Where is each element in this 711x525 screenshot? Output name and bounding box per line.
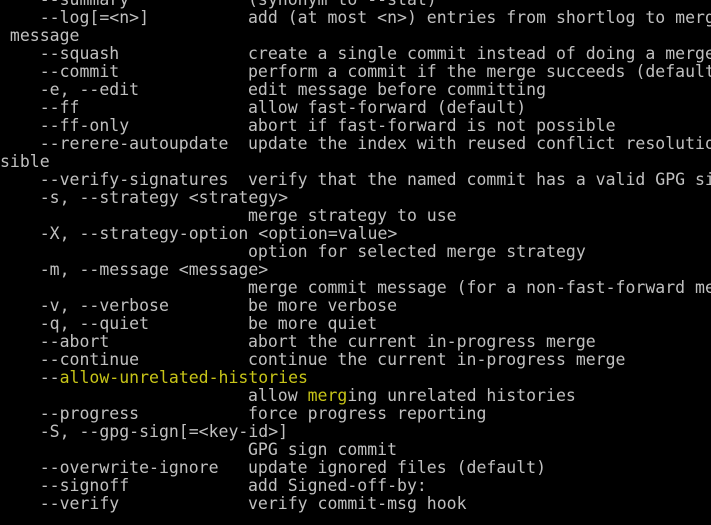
option-name: --squash	[0, 44, 120, 63]
option-name: --signoff	[0, 476, 130, 495]
help-line: --progress force progress reporting	[0, 405, 711, 423]
option-name: --log[=<n>]	[0, 8, 150, 27]
option-name: -X, --strategy-option <option=value>	[0, 224, 398, 243]
option-description: continue the current in-progress merge	[248, 350, 626, 369]
help-line: --verify-signatures verify that the name…	[0, 171, 711, 189]
option-description: verify that the named commit has a valid…	[248, 170, 711, 189]
option-description: merge strategy to use	[248, 206, 457, 225]
description-text: ing unrelated histories	[347, 386, 576, 405]
help-line: --log[=<n>] add (at most <n>) entries fr…	[0, 9, 711, 27]
help-line: --continue continue the current in-progr…	[0, 351, 711, 369]
option-description: update ignored files (default)	[248, 458, 547, 477]
option-description: abort if fast-forward is not possible	[248, 116, 616, 135]
option-name: --verify-signatures	[0, 170, 229, 189]
option-description: verify commit-msg hook	[248, 494, 467, 513]
option-description: allow fast-forward (default)	[248, 98, 527, 117]
option-name: -v, --verbose	[0, 296, 169, 315]
option-description: create a single commit instead of doing …	[248, 44, 711, 63]
option-name: --ff-only	[0, 116, 130, 135]
help-line: -v, --verbose be more verbose	[0, 297, 711, 315]
option-name: --continue	[0, 350, 140, 369]
help-line: --verify verify commit-msg hook	[0, 495, 711, 513]
help-line: sible	[0, 153, 711, 171]
help-line: -X, --strategy-option <option=value>	[0, 225, 711, 243]
option-name: -e, --edit	[0, 80, 140, 99]
help-line: --signoff add Signed-off-by:	[0, 477, 711, 495]
option-description: force progress reporting	[248, 404, 487, 423]
help-line: allow merging unrelated histories	[0, 387, 711, 405]
option-name: --progress	[0, 404, 140, 423]
option-description: option for selected merge strategy	[248, 242, 586, 261]
option-name: --ff	[0, 98, 80, 117]
help-line: --commit perform a commit if the merge s…	[0, 63, 711, 81]
help-line: -q, --quiet be more quiet	[0, 315, 711, 333]
help-line: --overwrite-ignore update ignored files …	[0, 459, 711, 477]
option-description: be more quiet	[248, 314, 378, 333]
help-line: --ff allow fast-forward (default)	[0, 99, 711, 117]
option-description: add Signed-off-by:	[248, 476, 427, 495]
help-line: --rerere-autoupdate update the index wit…	[0, 135, 711, 153]
terminal-output: --summary (synonym to --stat) --log[=<n>…	[0, 0, 711, 525]
option-name: -q, --quiet	[0, 314, 150, 333]
help-line-highlighted: --allow-unrelated-histories	[0, 369, 711, 387]
description-text: allow	[248, 386, 308, 405]
option-description: be more verbose	[248, 296, 398, 315]
help-line: --ff-only abort if fast-forward is not p…	[0, 117, 711, 135]
help-line: -S, --gpg-sign[=<key-id>]	[0, 423, 711, 441]
help-line: --abort abort the current in-progress me…	[0, 333, 711, 351]
option-name: --abort	[0, 332, 110, 351]
help-line: -m, --message <message>	[0, 261, 711, 279]
option-name: -s, --strategy <strategy>	[0, 188, 289, 207]
option-name: --verify	[0, 494, 120, 513]
option-description: perform a commit if the merge succeeds (…	[248, 62, 711, 81]
option-name: --commit	[0, 62, 120, 81]
option-description: add (at most <n>) entries from shortlog …	[248, 8, 711, 27]
option-description: edit message before committing	[248, 80, 547, 99]
option-description: abort the current in-progress merge	[248, 332, 596, 351]
help-line: option for selected merge strategy	[0, 243, 711, 261]
option-description: merge commit message (for a non-fast-for…	[248, 278, 711, 297]
option-name: --overwrite-ignore	[0, 458, 219, 477]
option-name: -S, --gpg-sign[=<key-id>]	[0, 422, 289, 441]
option-name: --rerere-autoupdate	[0, 134, 229, 153]
help-line: merge strategy to use	[0, 207, 711, 225]
option-description: allow merging unrelated histories	[248, 387, 576, 405]
option-description: GPG sign commit	[248, 440, 398, 459]
option-name: -m, --message <message>	[0, 260, 269, 279]
help-line: merge commit message (for a non-fast-for…	[0, 279, 711, 297]
option-name: message	[0, 26, 80, 45]
option-description: update the index with reused conflict re…	[248, 134, 711, 153]
help-line: message	[0, 27, 711, 45]
help-line: --squash create a single commit instead …	[0, 45, 711, 63]
help-line: -s, --strategy <strategy>	[0, 189, 711, 207]
help-line: GPG sign commit	[0, 441, 711, 459]
help-line: -e, --edit edit message before committin…	[0, 81, 711, 99]
option-name: sible	[0, 152, 50, 171]
search-match-highlight: allow-unrelated-histories	[59, 368, 308, 387]
search-match-highlight: merg	[307, 386, 348, 405]
indent-text: --	[0, 368, 60, 387]
option-name: --allow-unrelated-histories	[0, 369, 308, 387]
